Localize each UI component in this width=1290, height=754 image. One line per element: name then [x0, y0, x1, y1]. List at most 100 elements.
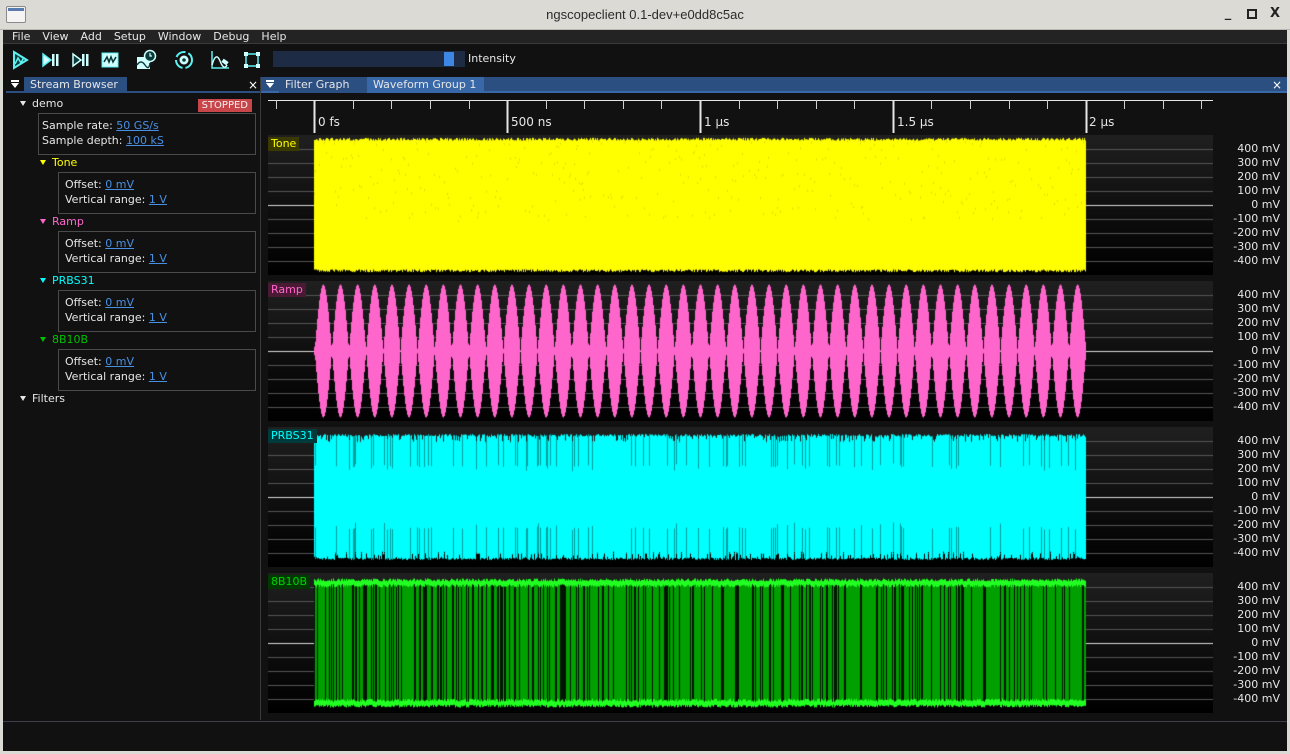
menu-window[interactable]: Window: [158, 30, 201, 43]
voltage-axis[interactable]: 400 mV 300 mV 200 mV 100 mV 0 mV -100 mV -200 …: [1216, 281, 1280, 421]
vertical-range-value[interactable]: 1 V: [149, 252, 167, 265]
trigger-force-button[interactable]: [69, 49, 91, 71]
channel-label[interactable]: Ramp: [268, 283, 306, 297]
voltage-tick-label: 100 mV: [1237, 330, 1280, 343]
tab-stream-browser[interactable]: Stream Browser: [24, 77, 127, 93]
time-axis-ticks: [268, 100, 1213, 133]
voltage-tick-label: 300 mV: [1237, 448, 1280, 461]
fullscreen-button[interactable]: [241, 49, 263, 71]
channel-properties: Offset: 0 mV Vertical range: 1 V: [58, 231, 256, 273]
voltage-tick-label: 300 mV: [1237, 594, 1280, 607]
channel-node[interactable]: 8B10B: [40, 333, 88, 347]
channel-node[interactable]: PRBS31: [40, 274, 95, 288]
minimize-button[interactable]: _: [1219, 5, 1237, 23]
voltage-tick-label: -200 mV: [1233, 518, 1280, 531]
sample-depth-value[interactable]: 100 kS: [126, 134, 164, 147]
time-tick-label: 1.5 μs: [897, 115, 934, 129]
trigger-start-button[interactable]: [9, 49, 31, 71]
intensity-label: Intensity: [468, 52, 516, 65]
trigger-single-button[interactable]: [39, 49, 61, 71]
offset-value[interactable]: 0 mV: [105, 296, 134, 309]
channel-properties: Offset: 0 mV Vertical range: 1 V: [58, 290, 256, 332]
trigger-force-icon: [72, 52, 89, 68]
voltage-axis[interactable]: 400 mV 300 mV 200 mV 100 mV 0 mV -100 mV -200 …: [1216, 427, 1280, 567]
instrument-node-demo[interactable]: demo STOPPED: [20, 97, 256, 112]
voltage-axis[interactable]: 400 mV 300 mV 200 mV 100 mV 0 mV -100 mV -200 …: [1216, 573, 1280, 713]
voltage-tick-label: -400 mV: [1233, 400, 1280, 413]
voltage-tick-label: -100 mV: [1233, 650, 1280, 663]
offset-row: Offset: 0 mV: [65, 355, 135, 368]
channel-name: 8B10B: [52, 333, 89, 346]
voltage-tick-label: -400 mV: [1233, 546, 1280, 559]
waveform-plot[interactable]: 8B10B: [268, 573, 1213, 713]
vertical-range-row: Vertical range: 1 V: [65, 252, 167, 265]
voltage-tick-label: 400 mV: [1237, 288, 1280, 301]
tab-waveform-group-1[interactable]: Waveform Group 1: [367, 77, 484, 93]
channel-label[interactable]: PRBS31: [268, 429, 317, 443]
voltage-tick-label: -300 mV: [1233, 678, 1280, 691]
menu-add[interactable]: Add: [81, 30, 102, 43]
sample-rate-value[interactable]: 50 GS/s: [116, 119, 158, 132]
time-tick-label: 1 μs: [704, 115, 730, 129]
waveform-plot[interactable]: Tone: [268, 135, 1213, 275]
menu-setup[interactable]: Setup: [114, 30, 146, 43]
vertical-range-value[interactable]: 1 V: [149, 370, 167, 383]
vertical-range-row: Vertical range: 1 V: [65, 311, 167, 324]
offset-value[interactable]: 0 mV: [105, 237, 134, 250]
trigger-stop-button[interactable]: [99, 49, 121, 71]
stream-browser-panel: Stream Browser × demo STOPPED Sample rat…: [6, 77, 260, 720]
waveform-trace: [268, 427, 1213, 567]
voltage-tick-label: -300 mV: [1233, 240, 1280, 253]
waveform-trace: [268, 281, 1213, 421]
history-button[interactable]: [135, 49, 157, 71]
voltage-tick-label: -200 mV: [1233, 226, 1280, 239]
channel-node[interactable]: Tone: [40, 156, 77, 170]
stream-browser-close-icon[interactable]: ×: [248, 78, 258, 92]
app-window: File View Add Setup Window Debug Help In…: [3, 30, 1287, 751]
panel-menu-icon[interactable]: [10, 80, 20, 90]
menu-bar: File View Add Setup Window Debug Help: [3, 30, 1287, 44]
menu-view[interactable]: View: [42, 30, 68, 43]
waveform-panel-close-icon[interactable]: ×: [1272, 78, 1282, 92]
voltage-tick-label: 300 mV: [1237, 302, 1280, 315]
voltage-axis[interactable]: 400 mV 300 mV 200 mV 100 mV 0 mV -100 mV -200 …: [1216, 135, 1280, 275]
menu-debug[interactable]: Debug: [213, 30, 249, 43]
voltage-tick-label: 0 mV: [1251, 344, 1280, 357]
panel-menu-icon[interactable]: [265, 80, 275, 90]
intensity-slider-handle[interactable]: [444, 52, 455, 66]
menu-file[interactable]: File: [12, 30, 30, 43]
intensity-slider[interactable]: [273, 51, 465, 67]
trigger-arm-icon: [13, 50, 29, 70]
vertical-range-value[interactable]: 1 V: [149, 311, 167, 324]
close-window-button[interactable]: X: [1266, 5, 1284, 23]
voltage-tick-label: 100 mV: [1237, 184, 1280, 197]
voltage-tick-label: -100 mV: [1233, 212, 1280, 225]
trigger-single-icon: [42, 52, 59, 68]
channel-label[interactable]: Tone: [268, 137, 300, 151]
offset-row: Offset: 0 mV: [65, 178, 135, 191]
offset-value[interactable]: 0 mV: [105, 178, 134, 191]
channel-label[interactable]: 8B10B: [268, 575, 311, 589]
vertical-range-value[interactable]: 1 V: [149, 193, 167, 206]
channel-node[interactable]: Ramp: [40, 215, 84, 229]
waveform-plot[interactable]: PRBS31: [268, 427, 1213, 567]
sample-depth-row: Sample depth: 100 kS: [42, 134, 164, 147]
clear-sweeps-button[interactable]: [209, 49, 231, 71]
tab-filter-graph[interactable]: Filter Graph: [279, 77, 367, 93]
refresh-settings-button[interactable]: [173, 49, 195, 71]
channel-name: PRBS31: [52, 274, 95, 287]
voltage-tick-label: -300 mV: [1233, 386, 1280, 399]
voltage-tick-label: -100 mV: [1233, 504, 1280, 517]
refresh-gear-icon: [175, 51, 193, 69]
waveform-plot[interactable]: Ramp: [268, 281, 1213, 421]
history-clock-icon: [136, 49, 157, 69]
menu-help[interactable]: Help: [261, 30, 286, 43]
time-axis[interactable]: 0 fs 500 ns 1 μs 1.5 μs 2 μs: [261, 95, 1287, 135]
offset-value[interactable]: 0 mV: [105, 355, 134, 368]
waveform-stop-icon: [101, 52, 119, 68]
voltage-tick-label: 0 mV: [1251, 198, 1280, 211]
maximize-button[interactable]: [1243, 5, 1261, 23]
filters-node[interactable]: Filters: [20, 392, 65, 406]
voltage-tick-label: -200 mV: [1233, 664, 1280, 677]
window-titlebar: ngscopeclient 0.1-dev+e0dd8c5ac _ X: [0, 0, 1290, 30]
